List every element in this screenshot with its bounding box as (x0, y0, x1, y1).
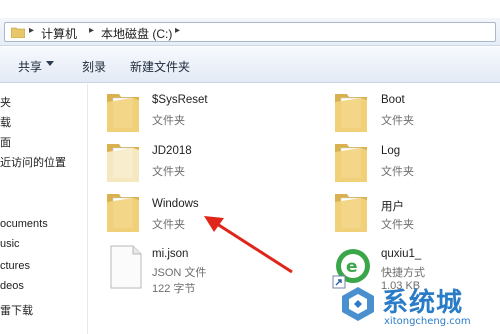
nav-item-documents[interactable]: ocuments (0, 218, 48, 230)
nav-item-desktop[interactable]: 面 (0, 134, 11, 150)
watermark-text: 系统城 (382, 288, 464, 318)
watermark: 系统城 xitongcheng.com (334, 282, 500, 334)
nav-item-videos[interactable]: deos (0, 280, 24, 292)
address-box[interactable]: ▸ 计算机 ▸ 本地磁盘 (C:) ▸ (4, 22, 496, 42)
nav-item-downloads[interactable]: 载 (0, 114, 11, 130)
file-name[interactable]: Windows (152, 198, 199, 210)
nav-item-favorites[interactable]: 夹 (0, 94, 11, 110)
folder-icon[interactable] (331, 138, 371, 186)
new-folder-button[interactable]: 新建文件夹 (130, 58, 190, 75)
svg-text:e: e (346, 257, 358, 277)
breadcrumb-computer[interactable]: 计算机 (41, 25, 77, 42)
address-bar: ▸ 计算机 ▸ 本地磁盘 (C:) ▸ (0, 18, 500, 46)
file-name[interactable]: quxiu1_ (381, 248, 421, 260)
folder-icon[interactable] (103, 88, 143, 136)
breadcrumb-separator-icon[interactable]: ▸ (89, 25, 94, 36)
folder-icon[interactable] (103, 138, 143, 186)
nav-item-music[interactable]: usic (0, 238, 20, 250)
nav-item-recent-places[interactable]: 近访问的位置 (0, 154, 66, 170)
file-type: 文件夹 (381, 166, 414, 178)
nav-item-pictures[interactable]: ctures (0, 260, 30, 272)
folder-icon[interactable] (103, 188, 143, 236)
chevron-down-icon[interactable] (46, 61, 54, 66)
file-icon[interactable] (105, 242, 145, 290)
folder-icon (11, 27, 25, 38)
file-name[interactable]: Boot (381, 94, 405, 106)
command-bar: 共享 刻录 新建文件夹 (0, 47, 500, 83)
file-type: 快捷方式 (381, 267, 425, 279)
burn-button[interactable]: 刻录 (82, 58, 106, 75)
file-type: 文件夹 (381, 219, 414, 231)
share-button[interactable]: 共享 (18, 58, 42, 75)
watermark-url: xitongcheng.com (384, 316, 471, 327)
file-name[interactable]: Log (381, 145, 400, 157)
file-type: JSON 文件 (152, 267, 207, 279)
file-name[interactable]: JD2018 (152, 145, 192, 157)
file-size: 122 字节 (152, 283, 196, 295)
nav-item-thunder-downloads[interactable]: 雷下载 (0, 302, 33, 318)
file-name[interactable]: 用户 (381, 198, 404, 214)
breadcrumb-separator-icon[interactable]: ▸ (175, 25, 180, 36)
file-type: 文件夹 (381, 115, 414, 127)
breadcrumb-local-disk[interactable]: 本地磁盘 (C:) (101, 25, 172, 42)
folder-icon[interactable] (331, 88, 371, 136)
file-name[interactable]: mi.json (152, 248, 188, 260)
file-type: 文件夹 (152, 115, 185, 127)
navigation-pane: 夹 载 面 近访问的位置 ocuments usic ctures deos 雷… (0, 84, 88, 334)
file-type: 文件夹 (152, 219, 185, 231)
folder-icon[interactable] (331, 188, 371, 236)
file-type: 文件夹 (152, 166, 185, 178)
breadcrumb-separator-icon[interactable]: ▸ (29, 25, 34, 36)
file-name[interactable]: $SysReset (152, 94, 208, 106)
xitongcheng-logo-icon (342, 287, 374, 321)
